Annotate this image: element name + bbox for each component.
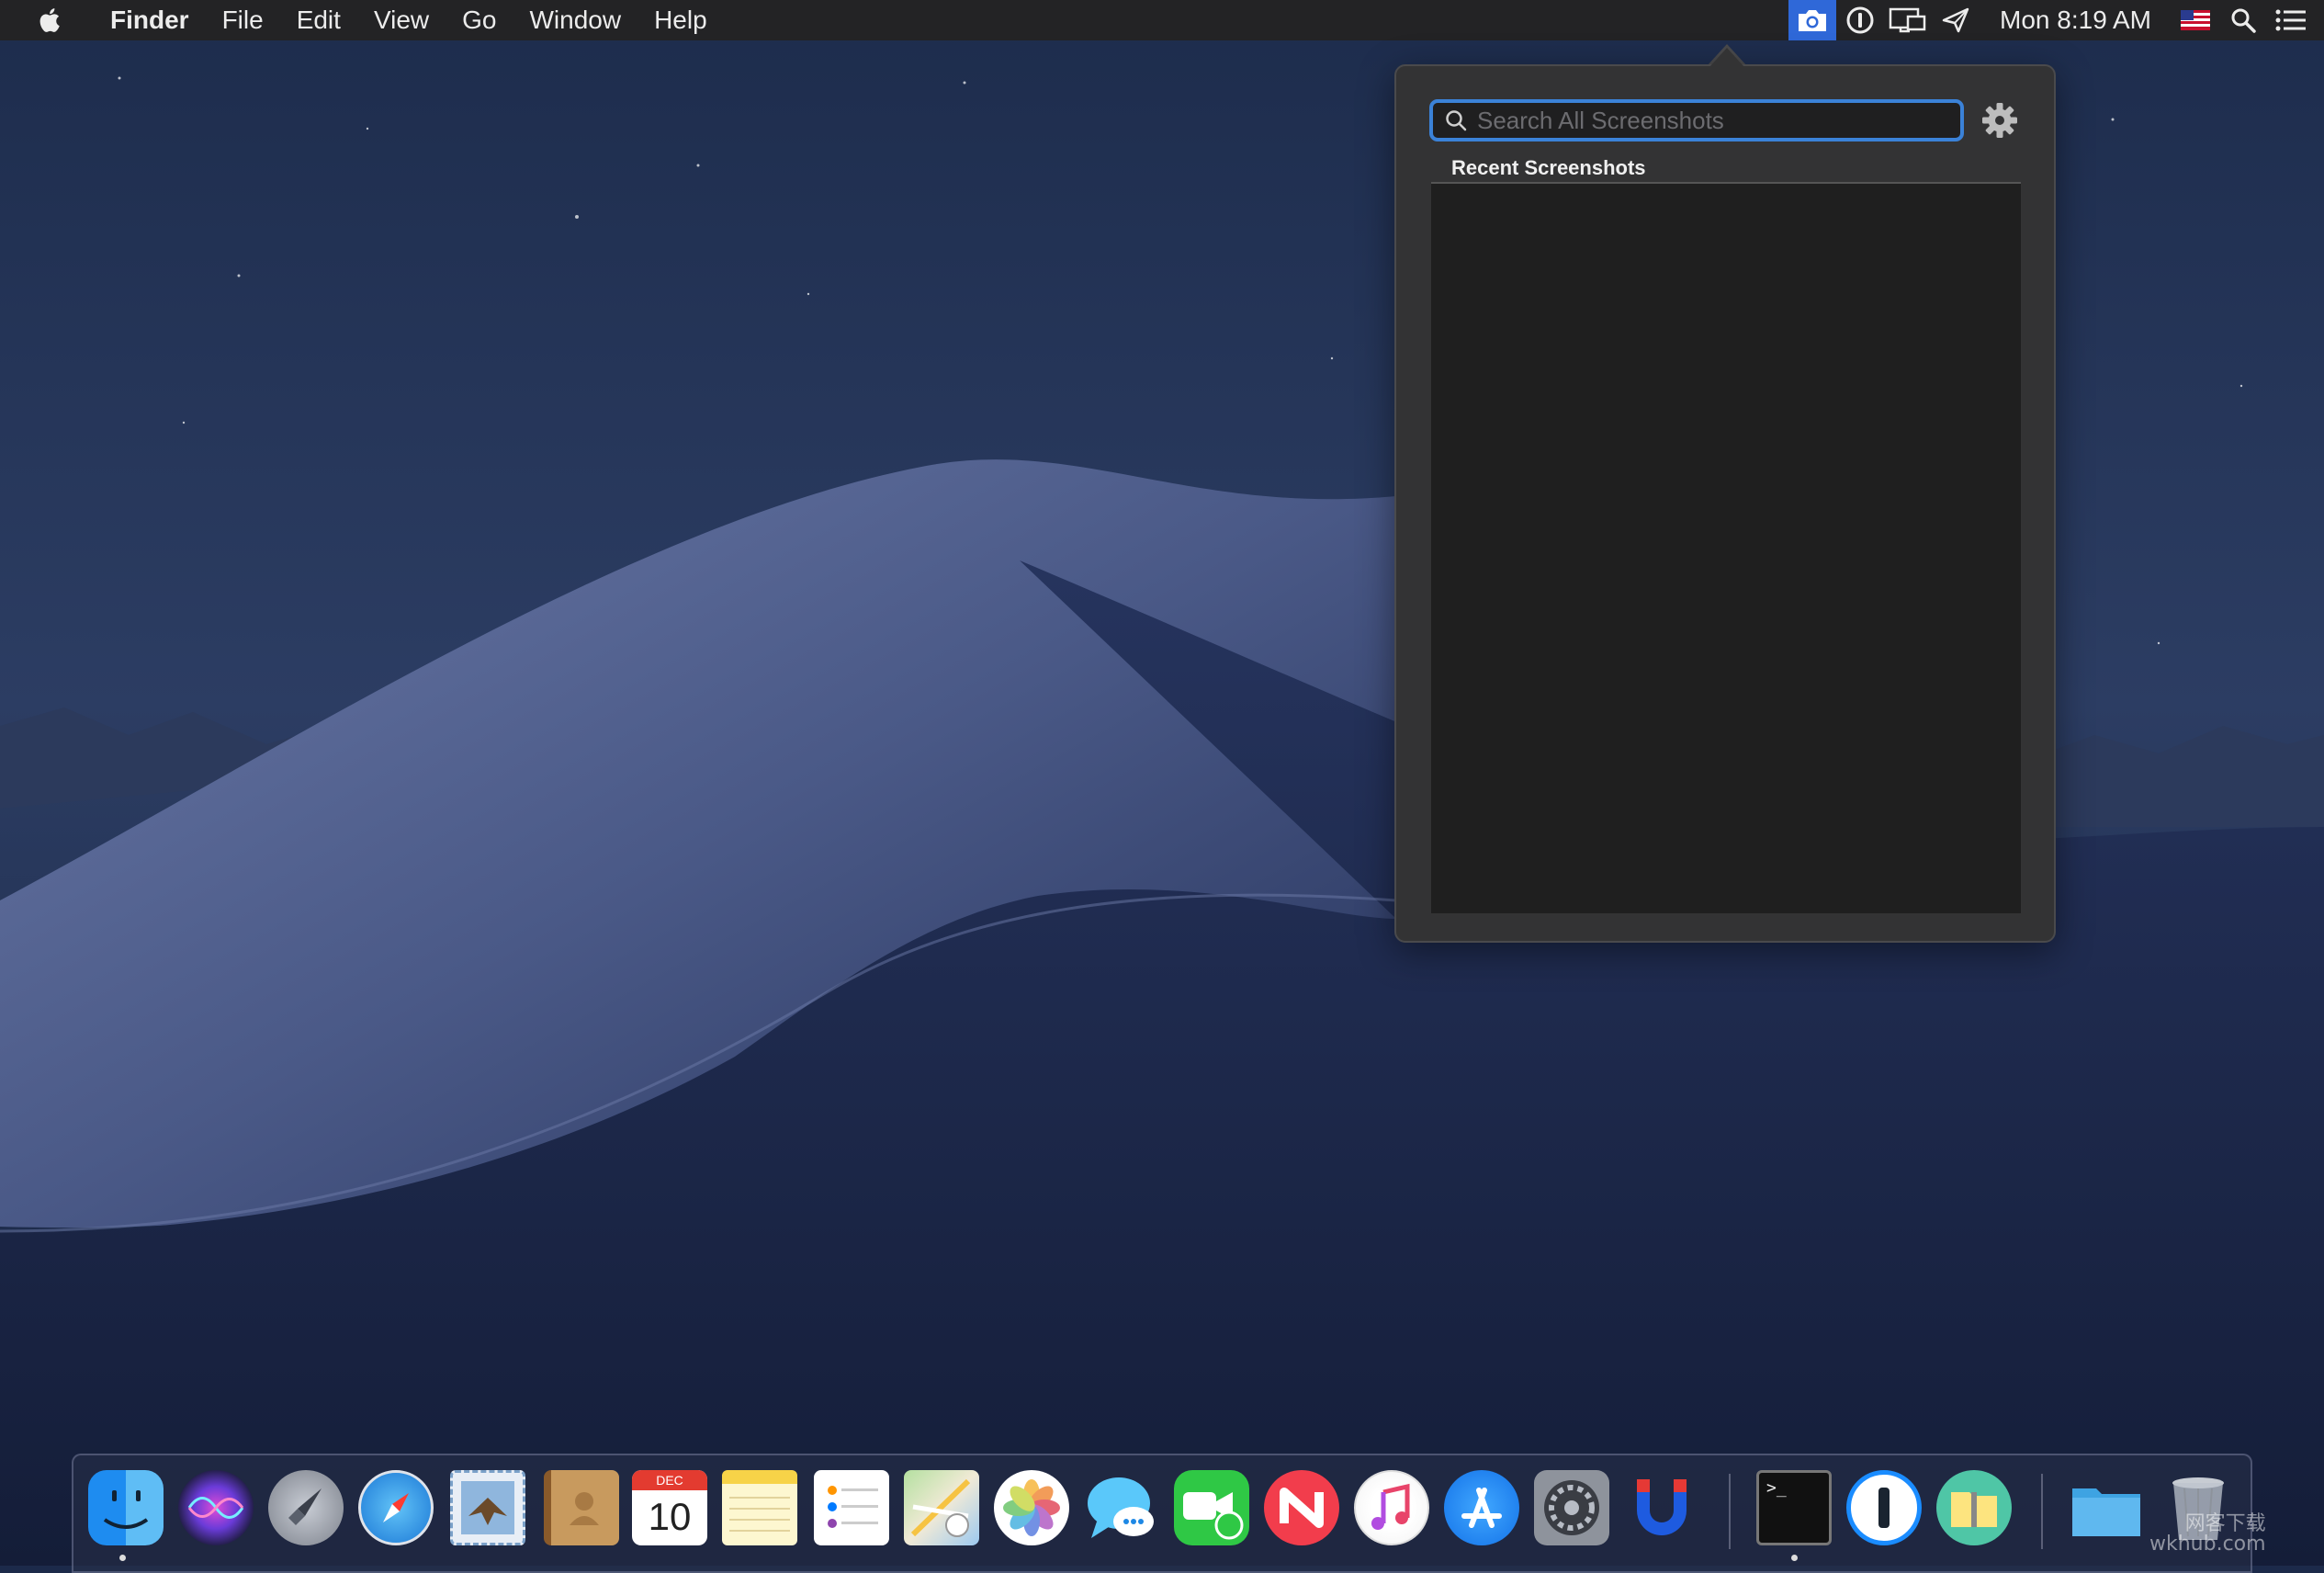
dock-mail[interactable] (450, 1470, 525, 1545)
dock-contacts[interactable] (544, 1470, 619, 1545)
menu-help[interactable]: Help (637, 0, 724, 40)
onepassword-app-icon (1878, 1488, 1890, 1528)
dock-notes[interactable] (722, 1470, 797, 1545)
archive-folder-icon (1951, 1492, 1997, 1527)
messages-bubble-icon (1088, 1477, 1154, 1538)
dock-terminal[interactable]: >_ (1756, 1470, 1832, 1545)
reminders-list-icon (828, 1486, 878, 1528)
finder-running-indicator (119, 1555, 126, 1561)
siri-icon (187, 1497, 244, 1519)
screenshots-popover: Recent Screenshots (1394, 64, 2056, 943)
location-icon (1942, 7, 1969, 33)
dock-separator (1729, 1474, 1731, 1549)
app-store-icon (1461, 1488, 1502, 1528)
apple-menu-icon[interactable] (35, 5, 66, 36)
us-flag-icon (2181, 10, 2210, 30)
watermark-line2: wkhub.com (2149, 1533, 2266, 1556)
gear-icon[interactable] (1980, 101, 2019, 140)
menu-file[interactable]: File (206, 0, 280, 40)
dock-archiver[interactable] (1936, 1470, 2012, 1545)
dock-system-preferences[interactable] (1534, 1470, 1609, 1545)
rocket-icon (288, 1488, 322, 1525)
screenshot-menu-button[interactable] (1788, 0, 1837, 40)
dock-reminders[interactable] (814, 1470, 889, 1545)
magnet-icon (1637, 1479, 1687, 1535)
calendar-month: DEC (632, 1470, 707, 1490)
calendar-day: 10 (648, 1495, 692, 1538)
watermark: 网客下载 wkhub.com (2149, 1514, 2266, 1555)
folder-icon (2072, 1488, 2140, 1536)
input-source-button[interactable] (2172, 0, 2219, 40)
contacts-book-icon (570, 1492, 599, 1525)
display-mirror-icon (1889, 7, 1926, 33)
location-menu-button[interactable] (1932, 0, 1980, 40)
dock-finder[interactable] (88, 1470, 164, 1545)
dock-news[interactable] (1264, 1470, 1339, 1545)
dock-itunes[interactable] (1354, 1470, 1429, 1545)
notification-center-icon (2275, 9, 2306, 31)
menu-bar: Finder File Edit View Go Window Help Mon… (0, 0, 2324, 40)
spotlight-button[interactable] (2219, 0, 2267, 40)
onepassword-menu-button[interactable] (1836, 0, 1884, 40)
menu-window[interactable]: Window (513, 0, 637, 40)
dock-downloads-folder[interactable] (2069, 1470, 2144, 1545)
finder-icon (103, 1490, 149, 1529)
menu-go[interactable]: Go (446, 0, 513, 40)
stamp-eagle-icon (461, 1481, 514, 1534)
menu-view[interactable]: View (357, 0, 446, 40)
facetime-camera-icon (1183, 1492, 1244, 1540)
map-icon (910, 1478, 971, 1537)
dock-separator-2 (2041, 1474, 2043, 1549)
dock-maps[interactable] (904, 1470, 979, 1545)
dock-magnet[interactable] (1624, 1470, 1699, 1545)
dock-calendar[interactable]: DEC 10 (632, 1470, 707, 1545)
menu-edit[interactable]: Edit (280, 0, 357, 40)
recent-screenshots-label: Recent Screenshots (1451, 156, 1646, 179)
notes-lines-icon (729, 1497, 790, 1532)
notification-center-button[interactable] (2267, 0, 2315, 40)
terminal-running-indicator (1791, 1555, 1798, 1561)
news-icon (1280, 1488, 1324, 1528)
dock-launchpad[interactable] (268, 1470, 344, 1545)
dock-facetime[interactable] (1174, 1470, 1249, 1545)
search-field[interactable] (1429, 99, 1964, 141)
menu-app-finder[interactable]: Finder (94, 0, 206, 40)
compass-icon (383, 1493, 409, 1522)
photos-flower-icon (1003, 1479, 1060, 1536)
popover-arrow-inner (1709, 48, 1744, 67)
system-gear-icon (1544, 1480, 1599, 1535)
dock-app-store[interactable] (1444, 1470, 1519, 1545)
terminal-prompt: >_ (1766, 1478, 1787, 1498)
dock-safari[interactable] (358, 1470, 434, 1545)
search-input[interactable] (1477, 104, 1960, 137)
display-menu-button[interactable] (1884, 0, 1932, 40)
dock-1password[interactable] (1846, 1470, 1922, 1545)
dock-siri[interactable] (178, 1470, 254, 1545)
spotlight-icon (2231, 8, 2256, 33)
search-icon (1446, 110, 1467, 131)
recent-screenshots-list[interactable] (1431, 182, 2021, 913)
onepassword-icon (1846, 6, 1874, 34)
watermark-line1: 网客下载 (2184, 1512, 2266, 1535)
dock-messages[interactable] (1084, 1470, 1159, 1545)
dock-photos[interactable] (994, 1470, 1069, 1545)
menubar-clock[interactable]: Mon 8:19 AM (1980, 0, 2172, 40)
camera-icon (1799, 10, 1827, 31)
music-note-icon (1371, 1483, 1410, 1530)
